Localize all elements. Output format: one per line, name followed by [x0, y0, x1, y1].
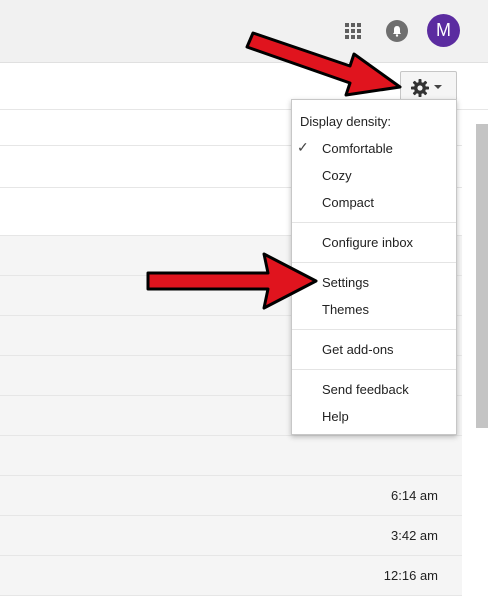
caret-down-icon [434, 85, 442, 89]
top-bar: M [0, 0, 488, 63]
email-time: 6:14 am [391, 488, 438, 503]
menu-divider [292, 262, 456, 263]
email-time: 3:42 am [391, 528, 438, 543]
menu-item-get-add-ons[interactable]: Get add-ons [322, 342, 394, 357]
bell-icon[interactable] [386, 20, 408, 42]
menu-divider [292, 329, 456, 330]
menu-item-comfortable[interactable]: Comfortable [322, 141, 393, 156]
checkmark-icon: ✓ [297, 139, 309, 155]
apps-grid-icon[interactable] [345, 23, 361, 39]
menu-item-settings[interactable]: Settings [322, 275, 369, 290]
settings-button[interactable] [400, 71, 457, 101]
email-time: 12:16 am [383, 568, 438, 583]
email-row[interactable]: 6:14 am [0, 476, 462, 516]
settings-menu: Display density: ✓ Comfortable Cozy Comp… [291, 99, 457, 435]
scrollbar[interactable] [476, 124, 488, 428]
menu-item-configure-inbox[interactable]: Configure inbox [322, 235, 413, 250]
avatar[interactable]: M [427, 14, 460, 47]
email-row[interactable]: 12:16 am [0, 556, 462, 596]
email-row[interactable]: 3:42 am [0, 516, 462, 556]
menu-item-help[interactable]: Help [322, 409, 349, 424]
email-row[interactable] [0, 436, 462, 476]
menu-divider [292, 369, 456, 370]
menu-item-send-feedback[interactable]: Send feedback [322, 382, 409, 397]
menu-item-compact[interactable]: Compact [322, 195, 374, 210]
menu-divider [292, 222, 456, 223]
menu-item-cozy[interactable]: Cozy [322, 168, 352, 183]
menu-item-themes[interactable]: Themes [322, 302, 369, 317]
gear-icon [411, 79, 429, 97]
menu-header: Display density: [300, 114, 392, 129]
